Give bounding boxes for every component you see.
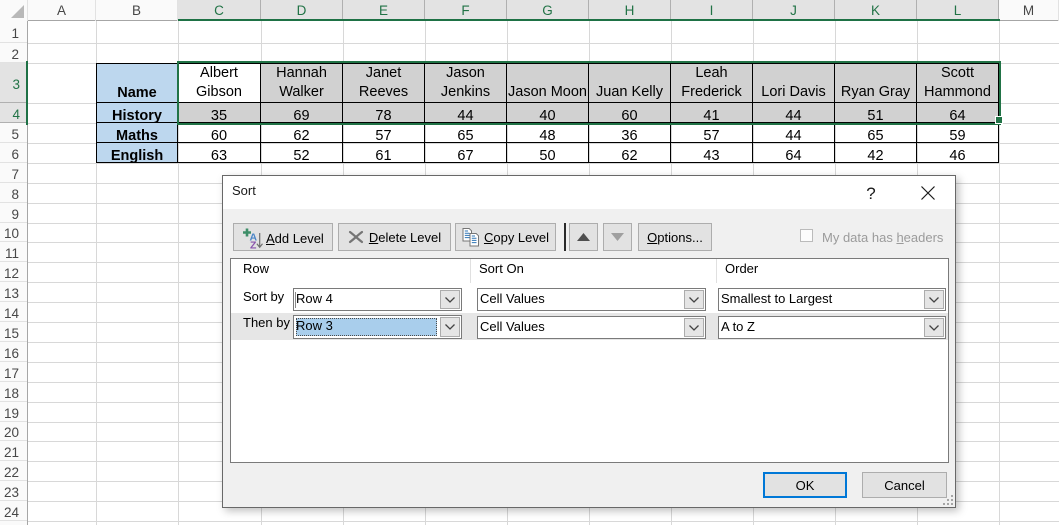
svg-text:Z: Z <box>250 239 257 250</box>
